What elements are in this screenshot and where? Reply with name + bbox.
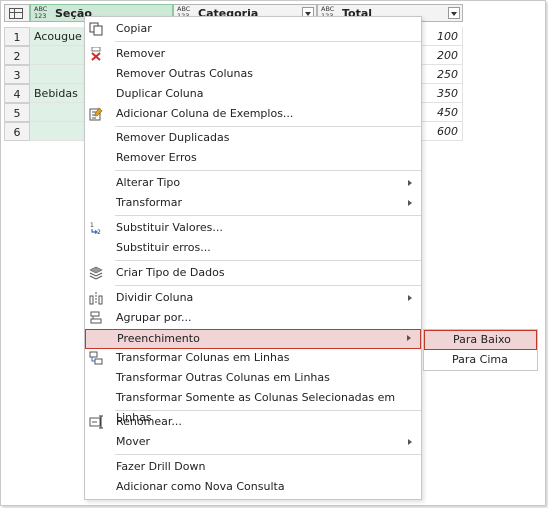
remove-column-icon bbox=[91, 47, 101, 61]
menu-item-label: Fazer Drill Down bbox=[116, 460, 206, 473]
menu-item-add-example[interactable]: Adicionar Coluna de Exemplos... bbox=[85, 104, 421, 124]
group-by-icon bbox=[90, 311, 102, 324]
row-number: 4 bbox=[4, 84, 30, 103]
menu-separator bbox=[115, 215, 421, 216]
type-any-icon: ABC123 bbox=[34, 5, 48, 20]
menu-item-move[interactable]: Mover bbox=[85, 432, 421, 452]
submenu-item-fill-up[interactable]: Para Cima bbox=[424, 350, 537, 370]
context-menu: Copiar Remover Remover Outras Colunas Du… bbox=[84, 16, 422, 500]
menu-item-unpivot[interactable]: Transformar Colunas em Linhas bbox=[85, 348, 421, 368]
menu-item-label: Remover Duplicadas bbox=[116, 131, 230, 144]
data-type-icon bbox=[89, 266, 103, 280]
menu-item-label: Remover Outras Colunas bbox=[116, 67, 253, 80]
menu-item-label: Criar Tipo de Dados bbox=[116, 266, 225, 279]
menu-item-label: Remover Erros bbox=[116, 151, 197, 164]
menu-item-duplicate[interactable]: Duplicar Coluna bbox=[85, 84, 421, 104]
menu-item-remove-duplicates[interactable]: Remover Duplicadas bbox=[85, 128, 421, 148]
menu-item-replace-values[interactable]: 12 Substituir Valores... bbox=[85, 218, 421, 238]
menu-item-label: Substituir Valores... bbox=[116, 221, 223, 234]
filter-dropdown-icon[interactable] bbox=[448, 7, 460, 19]
menu-item-label: Transformar Outras Colunas em Linhas bbox=[116, 371, 330, 384]
submenu-arrow-icon bbox=[408, 180, 412, 186]
submenu-item-label: Para Baixo bbox=[453, 333, 511, 346]
menu-item-label: Renomear... bbox=[116, 415, 182, 428]
submenu-arrow-icon bbox=[408, 200, 412, 206]
menu-item-change-type[interactable]: Alterar Tipo bbox=[85, 173, 421, 193]
menu-separator bbox=[115, 285, 421, 286]
unpivot-icon bbox=[89, 351, 103, 365]
menu-item-label: Transformar Colunas em Linhas bbox=[116, 351, 290, 364]
menu-item-label: Dividir Coluna bbox=[116, 291, 194, 304]
table-icon bbox=[9, 8, 23, 19]
split-column-icon bbox=[89, 292, 103, 305]
menu-item-label: Adicionar como Nova Consulta bbox=[116, 480, 285, 493]
submenu-arrow-icon bbox=[408, 295, 412, 301]
svg-text:1: 1 bbox=[90, 222, 94, 229]
submenu-item-fill-down[interactable]: Para Baixo bbox=[424, 330, 537, 350]
row-number: 6 bbox=[4, 122, 30, 141]
menu-item-remove-errors[interactable]: Remover Erros bbox=[85, 148, 421, 168]
menu-item-rename[interactable]: Renomear... bbox=[85, 412, 421, 432]
menu-separator bbox=[115, 126, 421, 127]
menu-item-split-column[interactable]: Dividir Coluna bbox=[85, 288, 421, 308]
menu-separator bbox=[115, 41, 421, 42]
menu-item-label: Remover bbox=[116, 47, 166, 60]
submenu-arrow-icon bbox=[407, 335, 411, 341]
row-number: 3 bbox=[4, 65, 30, 84]
row-number: 1 bbox=[4, 27, 30, 46]
row-number: 2 bbox=[4, 46, 30, 65]
replace-values-icon: 12 bbox=[90, 222, 101, 235]
column-from-examples-icon bbox=[89, 107, 103, 121]
menu-item-label: Alterar Tipo bbox=[116, 176, 181, 189]
row-number: 5 bbox=[4, 103, 30, 122]
menu-item-unpivot-other[interactable]: Transformar Outras Colunas em Linhas bbox=[85, 368, 421, 388]
menu-separator bbox=[115, 170, 421, 171]
menu-item-label: Duplicar Coluna bbox=[116, 87, 204, 100]
copy-icon bbox=[89, 22, 103, 36]
menu-item-unpivot-selected[interactable]: Transformar Somente as Colunas Seleciona… bbox=[85, 388, 421, 424]
menu-item-label: Adicionar Coluna de Exemplos... bbox=[116, 107, 294, 120]
menu-item-label: Transformar bbox=[116, 196, 182, 209]
menu-item-create-data-type[interactable]: Criar Tipo de Dados bbox=[85, 263, 421, 283]
menu-item-label: Substituir erros... bbox=[116, 241, 211, 254]
menu-item-drill-down[interactable]: Fazer Drill Down bbox=[85, 457, 421, 477]
menu-item-label: Agrupar por... bbox=[116, 311, 192, 324]
menu-item-add-as-query[interactable]: Adicionar como Nova Consulta bbox=[85, 477, 421, 497]
menu-separator bbox=[115, 454, 421, 455]
menu-item-transform[interactable]: Transformar bbox=[85, 193, 421, 213]
submenu-item-label: Para Cima bbox=[452, 353, 508, 366]
menu-item-fill[interactable]: Preenchimento bbox=[85, 329, 421, 349]
menu-item-label: Copiar bbox=[116, 22, 152, 35]
menu-item-label: Preenchimento bbox=[117, 332, 200, 345]
menu-item-remove-other[interactable]: Remover Outras Colunas bbox=[85, 64, 421, 84]
menu-item-label: Mover bbox=[116, 435, 151, 448]
menu-item-group-by[interactable]: Agrupar por... bbox=[85, 308, 421, 328]
submenu-arrow-icon bbox=[408, 439, 412, 445]
menu-item-copy[interactable]: Copiar bbox=[85, 19, 421, 39]
rename-icon bbox=[89, 415, 103, 429]
fill-submenu: Para Baixo Para Cima bbox=[423, 329, 538, 371]
menu-item-replace-errors[interactable]: Substituir erros... bbox=[85, 238, 421, 258]
table-menu-button[interactable] bbox=[4, 4, 30, 22]
menu-separator bbox=[115, 260, 421, 261]
menu-separator bbox=[115, 410, 421, 411]
menu-item-remove[interactable]: Remover bbox=[85, 44, 421, 64]
